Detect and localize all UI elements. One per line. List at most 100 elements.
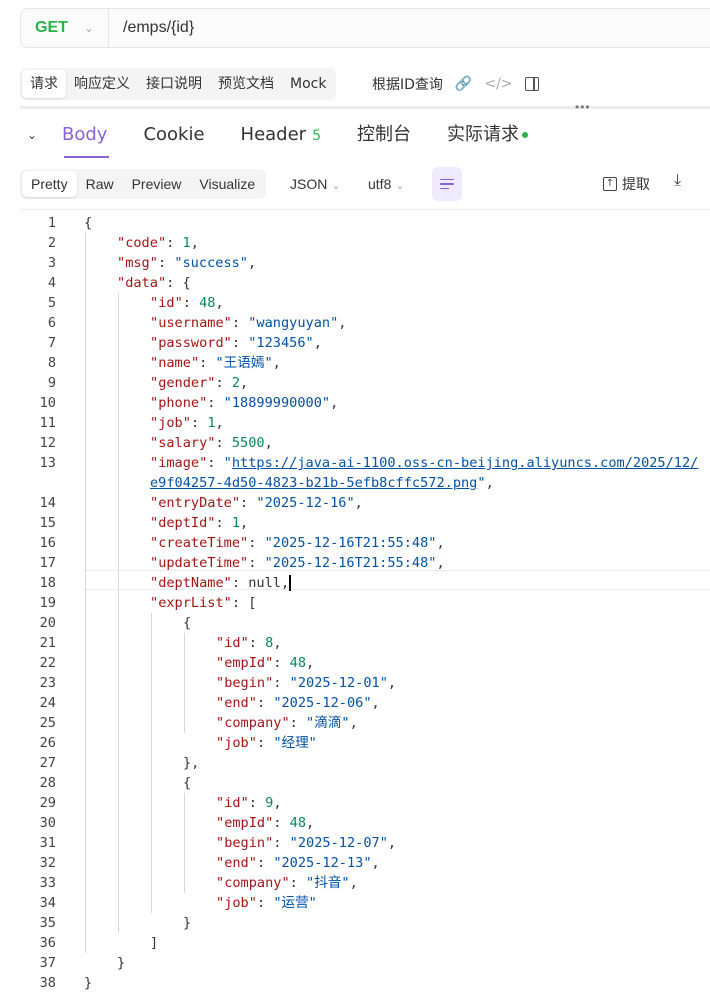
line-number: 15: [39, 515, 56, 531]
json-key: begin: [224, 675, 266, 691]
line-number: 6: [47, 315, 56, 331]
code-icon[interactable]: </>: [484, 76, 512, 92]
tab-header[interactable]: Header 5: [223, 112, 339, 158]
code-text: }: [183, 913, 191, 933]
json-key: image: [158, 455, 200, 471]
panel-divider[interactable]: [20, 106, 710, 109]
json-key-quote: ": [150, 335, 159, 351]
code-text: "job": "经理": [216, 733, 317, 753]
json-key-quote: ": [216, 655, 225, 671]
json-value: "2025-12-01": [289, 675, 388, 691]
code-text: "deptId": 1,: [150, 513, 248, 533]
format-type-select[interactable]: JSON ⌄: [290, 169, 341, 199]
extract-button[interactable]: ↑ 提取: [603, 169, 650, 199]
code-line: 12 "salary": 5500,: [20, 433, 710, 453]
tab-request[interactable]: 请求: [22, 70, 66, 98]
code-text: ]: [150, 933, 158, 953]
json-colon: :: [199, 355, 216, 371]
tab-api-description[interactable]: 接口说明: [138, 70, 210, 98]
code-line: 27},: [20, 753, 710, 773]
chevron-down-icon[interactable]: ⌄: [20, 128, 44, 142]
download-icon[interactable]: ⤓: [674, 172, 681, 190]
code-line: 4 "data": {: [20, 273, 710, 293]
line-number: 35: [39, 915, 56, 931]
wrap-lines-button[interactable]: [432, 167, 462, 201]
json-key-quote: ": [117, 235, 126, 251]
json-key-quote: ": [117, 275, 126, 291]
code-line: 1{: [20, 213, 710, 233]
json-key-quote: ": [117, 255, 126, 271]
encoding-select[interactable]: utf8 ⌄: [368, 169, 405, 199]
tab-response-definition[interactable]: 响应定义: [66, 70, 138, 98]
code-text: "end": "2025-12-13",: [216, 853, 380, 873]
json-value: "2025-12-06": [273, 695, 372, 711]
encoding-value: utf8: [368, 176, 392, 192]
tab-mock[interactable]: Mock: [282, 70, 334, 98]
code-line: 33 "company": "抖音",: [20, 873, 710, 893]
json-link[interactable]: https://java-ai-1100.oss-cn-beijing.aliy…: [232, 455, 699, 471]
line-number: 2: [47, 235, 56, 251]
panel-layout-icon[interactable]: [524, 77, 539, 91]
response-body-editor[interactable]: 1{2 "code": 1, 3 "msg": "success", 4 "data": …: [20, 209, 710, 1003]
json-key-quote: ": [248, 895, 257, 911]
url-input[interactable]: /emps/{id}: [109, 19, 194, 37]
json-colon: :: [289, 715, 307, 731]
json-key-quote: ": [240, 555, 249, 571]
json-punct: ,: [387, 835, 397, 851]
tab-cookie[interactable]: Cookie: [125, 112, 222, 158]
format-tab-raw[interactable]: Raw: [77, 171, 123, 197]
code-text: "image": "https://java-ai-1100.oss-cn-be…: [150, 453, 698, 473]
code-text: "deptName": null,: [150, 573, 291, 593]
link-icon[interactable]: 🔗: [455, 76, 472, 92]
json-punct: ,: [330, 395, 339, 411]
json-colon: :: [256, 895, 274, 911]
json-punct: ,: [354, 495, 363, 511]
tab-console[interactable]: 控制台: [339, 112, 429, 158]
endpoint-name: 根据ID查询: [372, 77, 443, 93]
json-colon: :: [215, 375, 232, 391]
method-select[interactable]: GET ⌄: [21, 9, 109, 47]
line-number: 17: [39, 555, 56, 571]
code-line: 37}: [20, 953, 710, 973]
code-line: 6 "username": "wangyuyan",: [20, 313, 710, 333]
json-colon: :: [207, 395, 224, 411]
code-line: 16 "createTime": "2025-12-16T21:55:48",: [20, 533, 710, 553]
json-colon: :: [273, 655, 290, 671]
code-line: 21 "id": 8,: [20, 633, 710, 653]
json-key-quote: ": [150, 315, 159, 331]
tab-body[interactable]: Body: [44, 112, 125, 158]
json-key-quote: ": [216, 895, 225, 911]
indent-guide: [184, 793, 185, 893]
code-line: 29 "id": 9,: [20, 793, 710, 813]
json-colon: :: [248, 795, 266, 811]
tab-preview-docs[interactable]: 预览文档: [210, 70, 282, 98]
json-punct: }: [117, 955, 126, 971]
json-value: "运营": [273, 895, 317, 911]
chevron-down-icon: ⌄: [395, 180, 405, 192]
json-punct: ,: [306, 815, 315, 831]
json-value: 1: [231, 515, 241, 531]
json-key-quote: ": [150, 535, 159, 551]
json-colon: :: [240, 495, 257, 511]
json-key-quote: ": [240, 535, 249, 551]
json-value: "经理": [273, 735, 317, 751]
drag-handle-icon[interactable]: •••: [575, 100, 591, 114]
format-tab-preview[interactable]: Preview: [123, 171, 191, 197]
line-number: 13: [39, 455, 56, 471]
code-line: 26 "job": "经理": [20, 733, 710, 753]
json-value: 48: [289, 815, 307, 831]
json-punct: ,: [273, 635, 282, 651]
json-key-quote: ": [223, 335, 232, 351]
line-number: 3: [47, 255, 56, 271]
json-key-quote: ": [216, 675, 225, 691]
json-colon: :: [273, 835, 290, 851]
json-colon: :: [231, 315, 249, 331]
json-key-quote: ": [248, 735, 257, 751]
format-tab-visualize[interactable]: Visualize: [190, 171, 264, 197]
tab-actual-request[interactable]: 实际请求: [429, 112, 546, 158]
json-value: 48: [199, 295, 216, 311]
code-text: "gender": 2,: [150, 373, 248, 393]
text-cursor: [289, 575, 291, 591]
format-tab-pretty[interactable]: Pretty: [22, 171, 77, 197]
tab-cookie-label: Cookie: [143, 124, 205, 145]
